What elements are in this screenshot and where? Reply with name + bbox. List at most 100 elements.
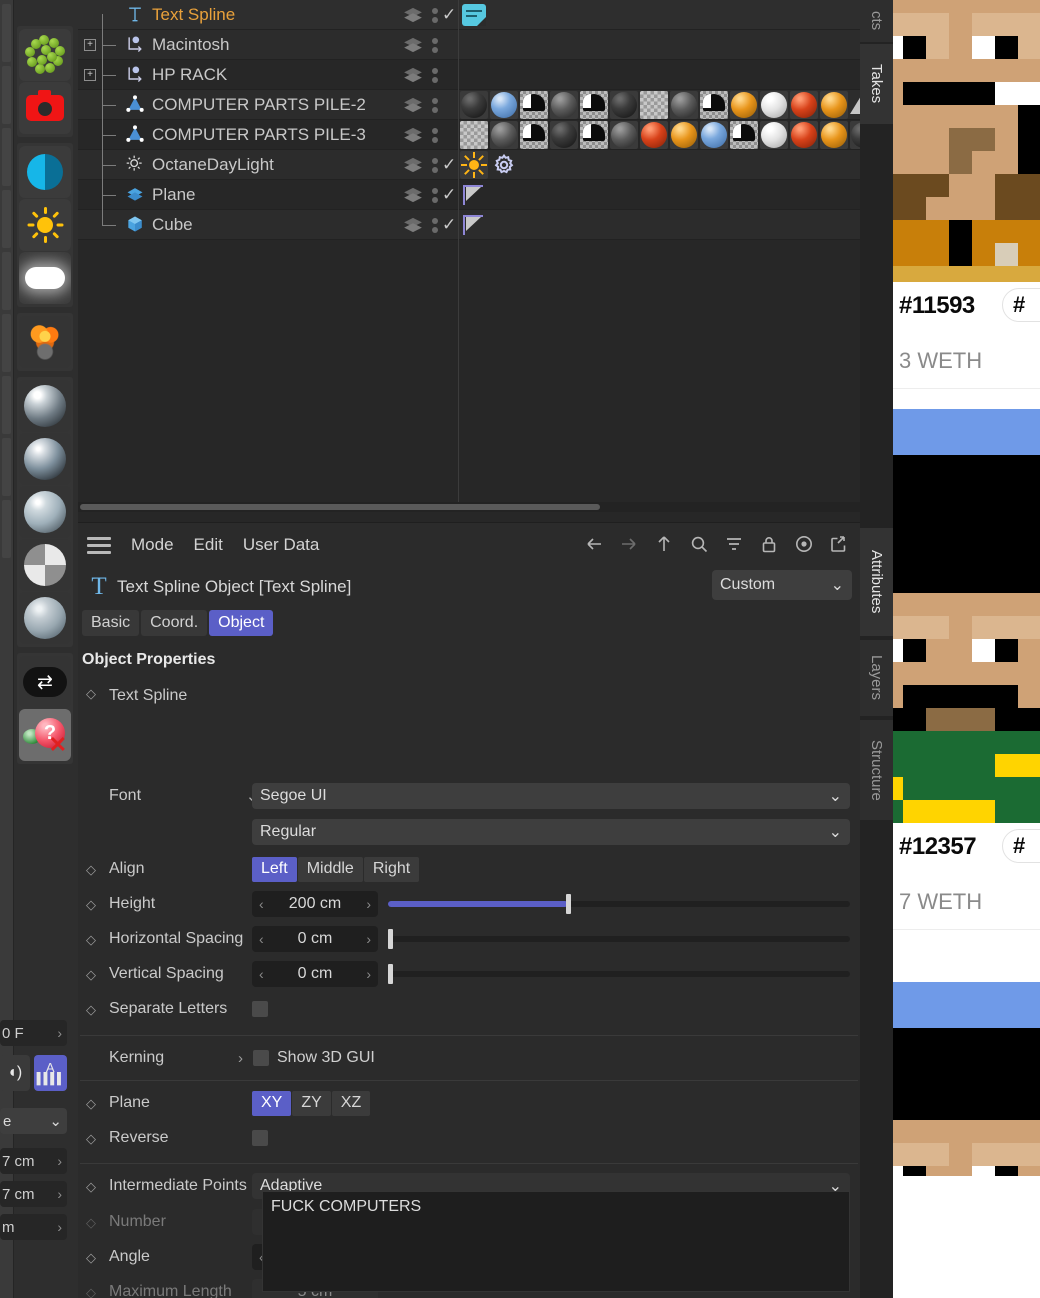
object-row[interactable]: Cube✓ [78, 210, 860, 240]
expand-toggle-icon[interactable]: + [84, 69, 96, 81]
material-tag[interactable] [790, 121, 818, 149]
layer-icon[interactable] [402, 67, 424, 83]
material-tag[interactable] [670, 91, 698, 119]
plane-option-xz[interactable]: XZ [332, 1091, 370, 1116]
layer-icon[interactable] [402, 97, 424, 113]
material-tag[interactable] [580, 121, 608, 149]
tab-objects[interactable]: cts [860, 0, 893, 42]
object-name[interactable]: Cube [152, 210, 193, 240]
separate-letters-checkbox[interactable] [252, 1001, 268, 1017]
material-tag[interactable] [640, 121, 668, 149]
height-field[interactable]: ‹ 200 cm › [252, 891, 378, 917]
vertical-spacing-field[interactable]: ‹ 0 cm › [252, 961, 378, 987]
object-row[interactable]: Text Spline✓ [78, 0, 860, 30]
chevron-right-icon[interactable]: › [57, 1025, 62, 1041]
visibility-dots[interactable] [432, 188, 438, 206]
keyframe-diamond-icon[interactable]: ◇ [86, 898, 100, 911]
tab-attributes[interactable]: Attributes [860, 528, 893, 636]
material-tag[interactable] [820, 91, 848, 119]
material-sphere-chrome-icon[interactable] [19, 592, 71, 644]
object-row[interactable]: COMPUTER PARTS PILE-3 [78, 120, 860, 150]
chevron-right-icon[interactable]: › [57, 1153, 62, 1169]
increment-icon[interactable]: › [366, 931, 371, 947]
text-spline-input[interactable]: FUCK COMPUTERS [262, 1191, 850, 1292]
keyframe-diamond-icon[interactable]: ◇ [86, 1132, 100, 1145]
gear-tag[interactable] [490, 151, 518, 179]
object-row[interactable]: Plane✓ [78, 180, 860, 210]
explosion-icon[interactable] [19, 316, 71, 368]
show-3d-gui-checkbox[interactable] [253, 1050, 269, 1066]
visibility-dots[interactable] [432, 218, 438, 236]
tab-takes[interactable]: Takes [860, 44, 893, 124]
material-tag[interactable] [610, 91, 638, 119]
annotation-tag[interactable] [460, 1, 488, 29]
layer-icon[interactable] [402, 127, 424, 143]
mode-select[interactable]: e ⌄ [0, 1108, 67, 1134]
material-tag[interactable] [550, 91, 578, 119]
object-row[interactable]: +HP RACK [78, 60, 860, 90]
chevron-right-icon[interactable]: › [57, 1219, 62, 1235]
spline-wrap-icon[interactable] [19, 29, 71, 81]
audio-icon[interactable]: ◖) [0, 1055, 30, 1091]
sun-tag[interactable] [460, 151, 488, 179]
coord-x-field[interactable]: 7 cm › [0, 1148, 67, 1174]
align-option-right[interactable]: Right [364, 857, 419, 882]
frame-field[interactable]: 0 F › [0, 1020, 67, 1046]
phong-tag[interactable] [460, 211, 488, 239]
visibility-dots[interactable] [432, 158, 438, 176]
material-tag[interactable] [490, 121, 518, 149]
object-row[interactable]: COMPUTER PARTS PILE-2 [78, 90, 860, 120]
menu-burger-icon[interactable] [87, 533, 111, 558]
nft-card[interactable]: #12357 # 7 WETH [893, 395, 1040, 930]
keyframe-diamond-icon[interactable]: ◇ [86, 1251, 100, 1264]
material-tag[interactable] [730, 121, 758, 149]
reverse-checkbox[interactable] [252, 1130, 268, 1146]
layer-icon[interactable] [402, 187, 424, 203]
tab-coord[interactable]: Coord. [141, 610, 207, 636]
material-tag[interactable] [640, 91, 668, 119]
keyframe-diamond-icon[interactable]: ◇ [86, 687, 100, 700]
decrement-icon[interactable]: ‹ [259, 966, 264, 982]
nft-badge[interactable]: # [1002, 829, 1040, 863]
nft-card[interactable]: #11593 # 3 WETH [893, 0, 1040, 389]
material-tag[interactable] [580, 91, 608, 119]
material-tag[interactable] [790, 91, 818, 119]
material-tag[interactable] [700, 91, 728, 119]
horizontal-spacing-slider[interactable] [388, 926, 850, 952]
scroll-thumb[interactable] [80, 504, 600, 510]
nft-card[interactable] [893, 936, 1040, 1176]
area-light-icon[interactable] [19, 252, 71, 304]
chevron-right-icon[interactable]: › [238, 1050, 243, 1067]
keyframe-diamond-icon[interactable]: ◇ [86, 968, 100, 981]
keyframe-diamond-icon[interactable]: ◇ [86, 1097, 100, 1110]
visibility-dots[interactable] [432, 38, 438, 56]
nft-image[interactable] [893, 395, 1040, 823]
keyframe-diamond-icon[interactable]: ◇ [86, 1180, 100, 1193]
object-name[interactable]: COMPUTER PARTS PILE-2 [152, 90, 366, 120]
object-name[interactable]: OctaneDayLight [152, 150, 274, 180]
increment-icon[interactable]: › [366, 966, 371, 982]
material-tag[interactable] [520, 91, 548, 119]
align-option-left[interactable]: Left [252, 857, 297, 882]
visibility-dots[interactable] [432, 98, 438, 116]
material-tag[interactable] [490, 91, 518, 119]
material-tag[interactable] [700, 121, 728, 149]
align-option-middle[interactable]: Middle [298, 857, 363, 882]
chevron-down-icon[interactable]: ⌄ [829, 786, 842, 806]
visibility-dots[interactable] [432, 68, 438, 86]
visibility-dots[interactable] [432, 8, 438, 26]
object-row[interactable]: +Macintosh [78, 30, 860, 60]
layer-icon[interactable] [402, 157, 424, 173]
object-manager-divider[interactable] [458, 0, 459, 505]
material-tag[interactable] [520, 121, 548, 149]
nft-image[interactable] [893, 0, 1040, 282]
chevron-down-icon[interactable]: ⌄ [829, 822, 842, 842]
tab-object[interactable]: Object [209, 610, 273, 636]
chevron-down-icon[interactable]: ⌄ [831, 575, 844, 595]
chevron-right-icon[interactable]: › [57, 1186, 62, 1202]
filter-icon[interactable] [723, 532, 745, 556]
keyframe-diamond-icon[interactable]: ◇ [86, 1003, 100, 1016]
font-style-select[interactable]: Regular ⌄ [252, 819, 850, 845]
object-name[interactable]: COMPUTER PARTS PILE-3 [152, 120, 366, 150]
material-sphere-dark-icon[interactable] [19, 380, 71, 432]
